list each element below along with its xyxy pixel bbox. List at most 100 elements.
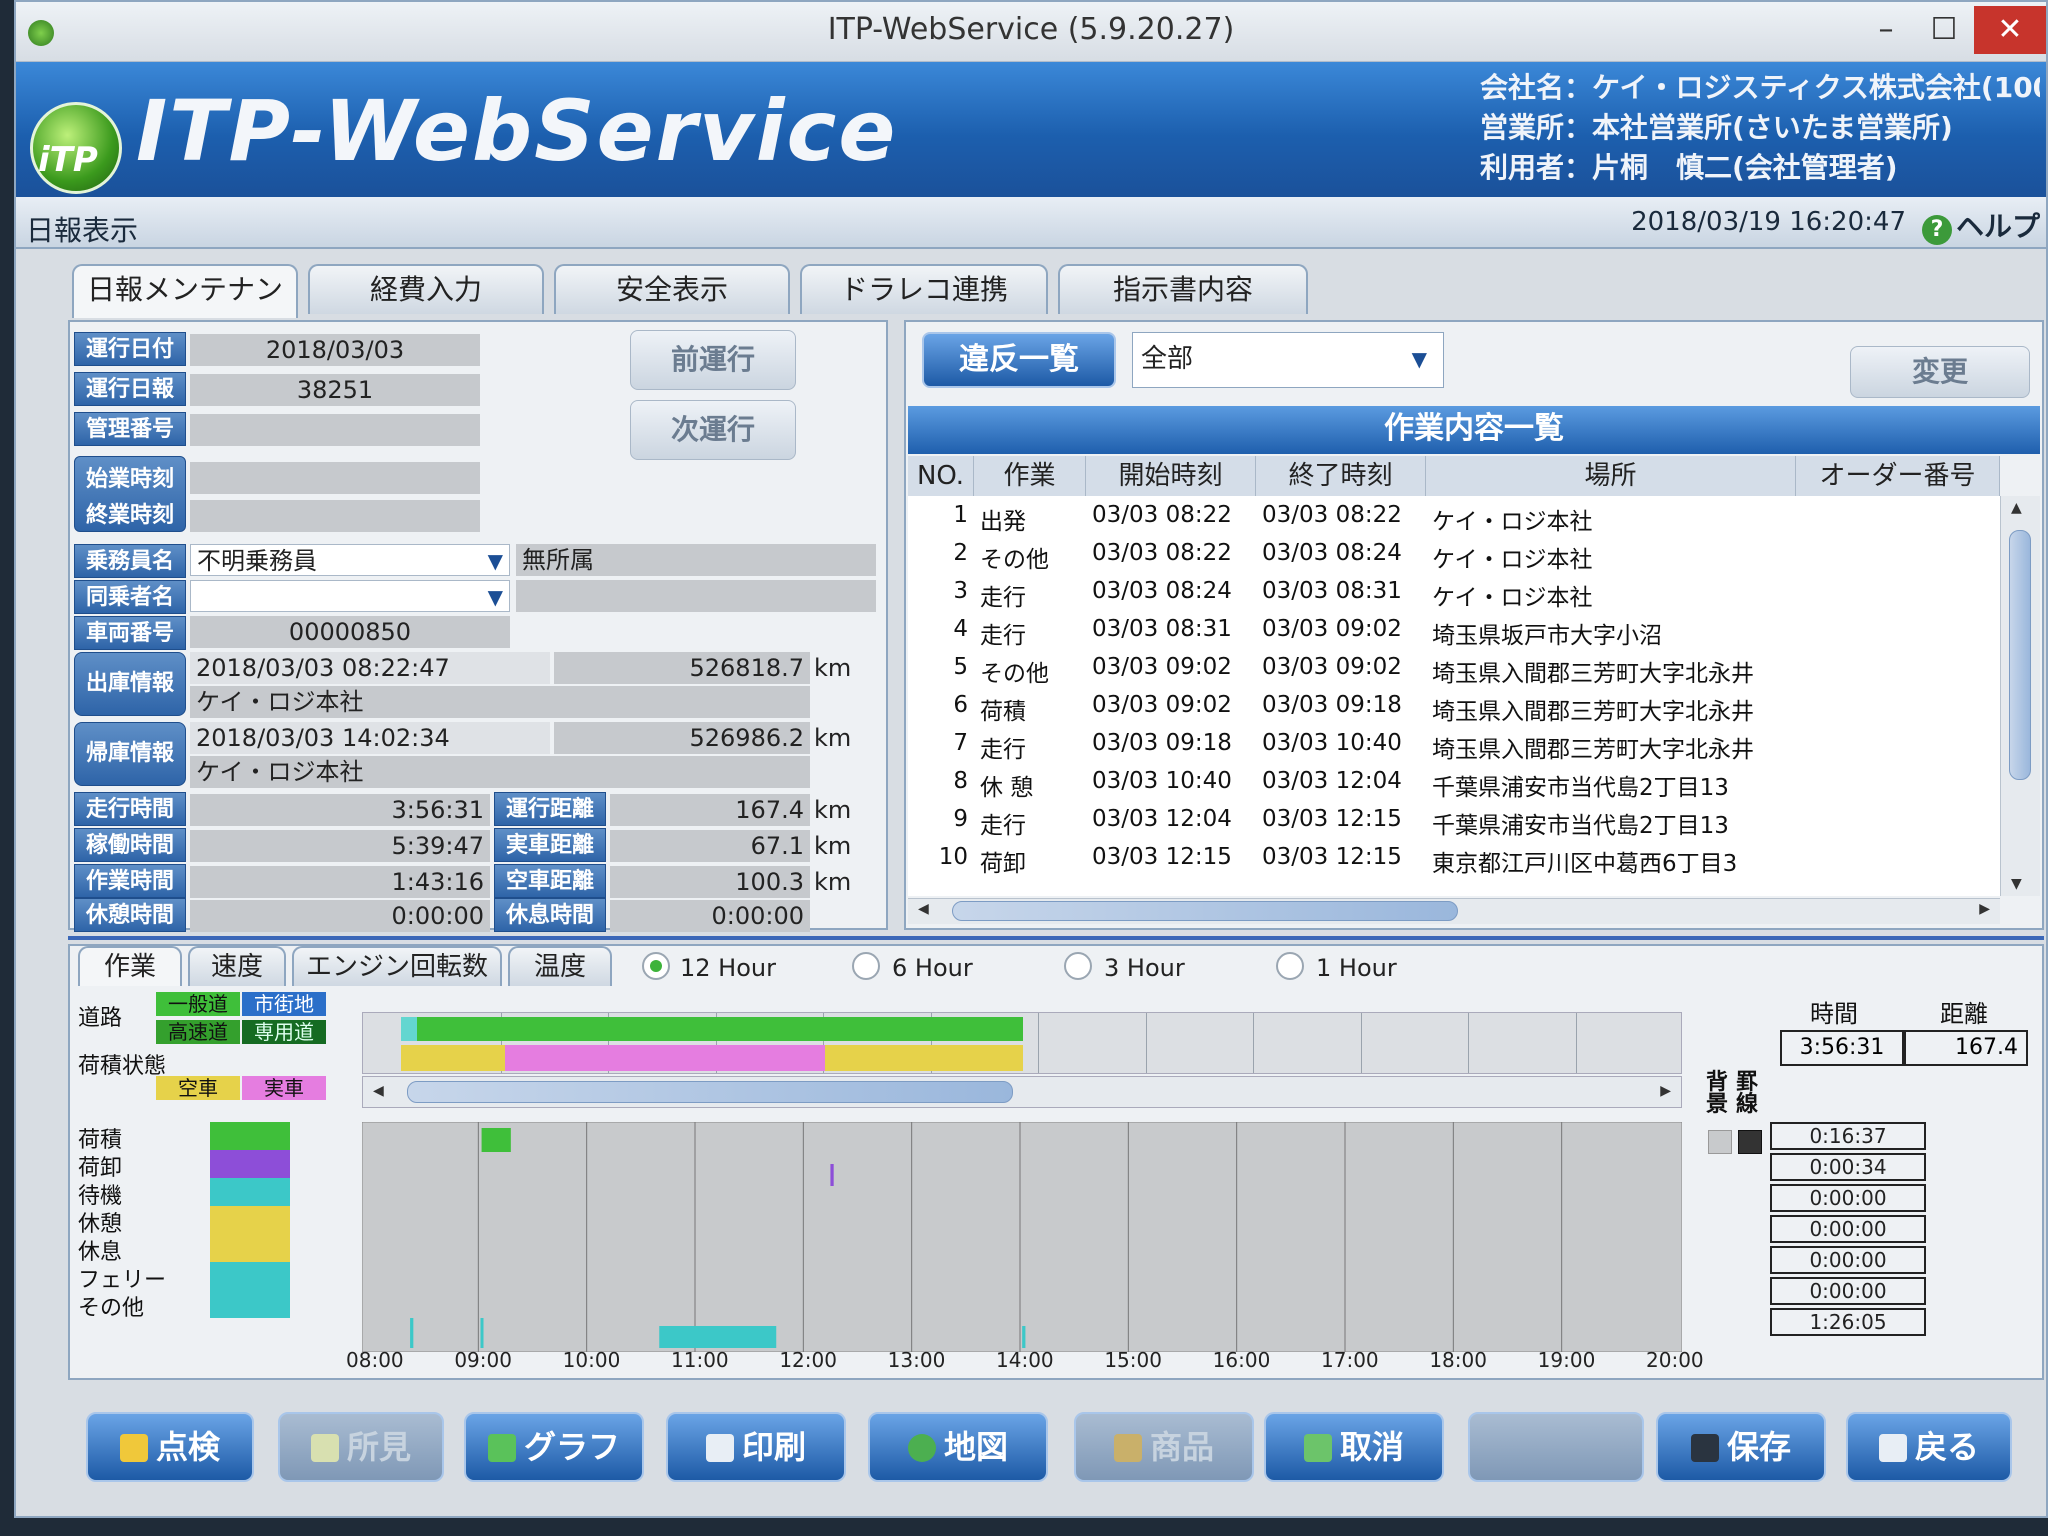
print-button[interactable]: 印刷	[666, 1412, 846, 1482]
grid-line	[1038, 1013, 1039, 1073]
scroll-left-icon[interactable]: ◀	[373, 1083, 384, 1099]
start-time-value	[190, 462, 480, 494]
table-row[interactable]: 1 出発 03/03 08:22 03/03 08:22 ケイ・ロジ本社	[908, 498, 2000, 536]
tab-report-maintenance[interactable]: 日報メンテナンス	[72, 264, 298, 354]
summary-distance-header: 距離	[1940, 1000, 1988, 1028]
row-end: 03/03 10:40	[1262, 730, 1402, 756]
empty-distance-unit: km	[814, 868, 852, 896]
hour-tick-label: 10:00	[562, 1348, 621, 1372]
row-place: 埼玉県入間郡三芳町大字北永井	[1432, 737, 1754, 763]
label-run-id: 運行日報ID	[74, 372, 186, 436]
table-row[interactable]: 6 荷積 03/03 09:02 03/03 09:18 埼玉県入間郡三芳町大字北永井	[908, 688, 2000, 726]
radio-1-hour[interactable]	[1276, 952, 1304, 980]
co-driver-select[interactable]: ▼	[190, 580, 510, 612]
unloading-mark	[830, 1164, 834, 1186]
work-hours-value: 5:39:47	[190, 830, 490, 862]
gridline-color-swatch[interactable]	[1738, 1130, 1762, 1154]
timeline-scrollbar[interactable]: ◀ ▶	[362, 1076, 1682, 1108]
activity-legend-swatch	[210, 1234, 290, 1262]
maximize-button[interactable]: ☐	[1914, 6, 1974, 54]
driver-select[interactable]: 不明乗務員 ▼	[190, 544, 510, 576]
violation-filter-select[interactable]: 全部 ▼	[1132, 332, 1444, 388]
radio-3-hour[interactable]	[1064, 952, 1092, 980]
activity-time-box: 0:00:00	[1770, 1246, 1926, 1274]
product-button[interactable]: 商品	[1074, 1412, 1254, 1482]
h-scroll-thumb[interactable]	[952, 901, 1458, 921]
legend-loaded: 実車	[242, 1076, 326, 1100]
table-row[interactable]: 8 休 憩 03/03 10:40 03/03 12:04 千葉県浦安市当代島2丁目13	[908, 764, 2000, 802]
map-button[interactable]: 地図	[868, 1412, 1048, 1482]
chart-tab-temperature[interactable]: 温度	[508, 946, 612, 986]
table-row[interactable]: 3 走行 03/03 08:24 03/03 08:31 ケイ・ロジ本社	[908, 574, 2000, 612]
loaded-distance-value: 67.1	[610, 830, 810, 862]
row-task: 荷積	[980, 699, 1026, 725]
row-end: 03/03 09:18	[1262, 692, 1402, 718]
scroll-right-icon[interactable]: ▶	[1979, 901, 1990, 917]
row-task: その他	[980, 547, 1049, 573]
legend-empty: 空車	[156, 1076, 240, 1100]
help-button[interactable]: ? ヘルプ	[1921, 205, 2040, 245]
back-button[interactable]: 戻る	[1846, 1412, 2012, 1482]
table-row[interactable]: 4 走行 03/03 08:31 03/03 09:02 埼玉県坂戸市大字小沼	[908, 612, 2000, 650]
loaded-distance-unit: km	[814, 832, 852, 860]
activity-legend-swatch	[210, 1150, 290, 1178]
label-drive-time: 走行時間	[74, 792, 186, 826]
chart-tab-work[interactable]: 作業	[78, 946, 182, 986]
run-id-value: 38251	[190, 374, 480, 406]
scroll-right-icon[interactable]: ▶	[1660, 1083, 1671, 1099]
chevron-down-icon: ▼	[1411, 347, 1427, 371]
minimize-button[interactable]: –	[1856, 6, 1916, 54]
scroll-thumb[interactable]	[2009, 530, 2031, 780]
chart-tab-engine-rpm[interactable]: エンジン回転数	[292, 946, 502, 986]
activity-legend-swatch	[210, 1290, 290, 1318]
chevron-down-icon: ▼	[487, 585, 503, 609]
cancel-label: 取消	[1339, 1428, 1404, 1466]
horizontal-scrollbar[interactable]: ◀ ▶	[908, 898, 2000, 924]
table-row[interactable]: 10 荷卸 03/03 12:15 03/03 12:15 東京都江戸川区中葛西6丁目3	[908, 840, 2000, 878]
user-info: 会社名：ケイ・ロジスティクス株式会社(100903) 営業所：本社営業所(さいた…	[1480, 68, 2040, 188]
tab-expense-input[interactable]: 経費入力	[308, 264, 544, 314]
table-row[interactable]: 7 走行 03/03 09:18 03/03 10:40 埼玉県入間郡三芳町大字北永井	[908, 726, 2000, 764]
violation-list-button[interactable]: 違反一覧	[922, 332, 1116, 388]
vertical-scrollbar[interactable]: ▲ ▼	[2000, 496, 2040, 896]
change-button[interactable]: 変更	[1850, 346, 2030, 398]
prev-run-button[interactable]: 前運行	[630, 330, 796, 390]
scroll-up-icon[interactable]: ▲	[2011, 500, 2022, 516]
blank-button[interactable]	[1468, 1412, 1644, 1482]
grid-line	[1253, 1013, 1254, 1073]
radio-6-hour[interactable]	[852, 952, 880, 980]
table-row[interactable]: 5 その他 03/03 09:02 03/03 09:02 埼玉県入間郡三芳町大字北永井	[908, 650, 2000, 688]
legend-expressway: 高速道	[156, 1020, 240, 1044]
grid-line	[1145, 1013, 1147, 1073]
table-row[interactable]: 9 走行 03/03 12:04 03/03 12:15 千葉県浦安市当代島2丁目13	[908, 802, 2000, 840]
cancel-button[interactable]: 取消	[1264, 1412, 1444, 1482]
timeline-scroll-thumb[interactable]	[407, 1081, 1013, 1103]
tab-instruction-content[interactable]: 指示書内容	[1058, 264, 1308, 314]
row-task: 走行	[980, 585, 1026, 611]
scroll-left-icon[interactable]: ◀	[918, 901, 929, 917]
chart-tab-speed[interactable]: 速度	[188, 946, 286, 986]
office-name: 営業所：本社営業所(さいたま営業所)	[1480, 111, 1953, 144]
background-color-swatch[interactable]	[1708, 1130, 1732, 1154]
save-button[interactable]: 保存	[1656, 1412, 1826, 1482]
next-run-button[interactable]: 次運行	[630, 400, 796, 460]
inspect-button[interactable]: 点検	[86, 1412, 254, 1482]
close-button[interactable]: ✕	[1974, 6, 2046, 54]
hour-tick-label: 17:00	[1321, 1348, 1379, 1372]
activity-time-box: 0:00:00	[1770, 1277, 1926, 1305]
tab-safety-display[interactable]: 安全表示	[554, 264, 790, 314]
graph-button[interactable]: グラフ	[464, 1412, 644, 1482]
row-no: 5	[953, 654, 968, 680]
row-start: 03/03 12:15	[1092, 844, 1232, 870]
page-title: 日報表示	[26, 214, 139, 247]
row-place: 千葉県浦安市当代島2丁目13	[1432, 775, 1729, 801]
findings-button[interactable]: 所見	[278, 1412, 444, 1482]
scroll-down-icon[interactable]: ▼	[2011, 876, 2022, 892]
radio-12-hour[interactable]	[642, 952, 670, 980]
activity-time-list: 0:16:37 0:00:34 0:00:00 0:00:00 0:00:00 0:00:…	[1770, 1122, 1930, 1362]
row-place: ケイ・ロジ本社	[1432, 509, 1593, 535]
row-task: 出発	[980, 509, 1026, 535]
tab-dashcam-link[interactable]: ドラレコ連携	[800, 264, 1048, 314]
table-row[interactable]: 2 その他 03/03 08:22 03/03 08:24 ケイ・ロジ本社	[908, 536, 2000, 574]
report-panel: 運行日付 2018/03/03 運行日報ID 38251 管理番号 前運行 次運…	[68, 320, 888, 932]
